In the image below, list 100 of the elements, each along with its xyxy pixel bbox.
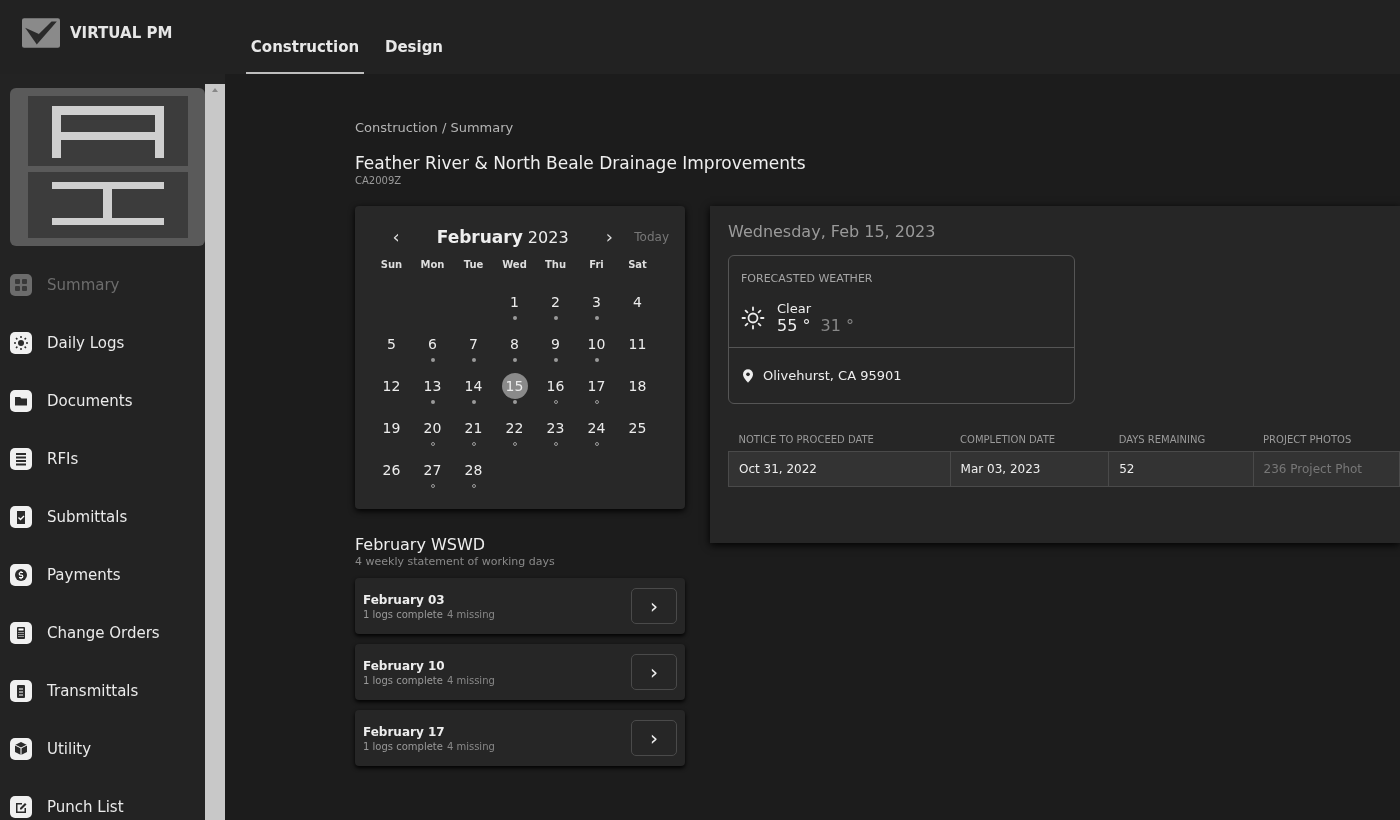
menu-icon (10, 506, 32, 528)
calendar-day[interactable]: 19 (378, 415, 405, 441)
table-cell: 236 Project Phot (1253, 451, 1400, 487)
log-dot (471, 358, 476, 362)
selected-date: Wednesday, Feb 15, 2023 (728, 222, 937, 241)
weekday-label: Sat (627, 259, 648, 272)
calendar-day[interactable]: 23 (542, 415, 569, 441)
column-header: COMPLETION DATE (950, 428, 1109, 452)
calendar-day[interactable]: 8 (501, 331, 528, 357)
calendar-day[interactable]: 10 (583, 331, 610, 357)
nav-tab[interactable]: Design (374, 0, 454, 74)
menu-icon (10, 448, 32, 470)
week-title: February 10 (363, 658, 446, 673)
high-temperature: 55 ° (777, 316, 811, 335)
log-dot (512, 400, 517, 404)
calendar-day[interactable]: 2 (542, 289, 569, 315)
weather-heading: FORECASTED WEATHER (741, 272, 874, 285)
log-dot (553, 316, 558, 320)
previous-month-button[interactable]: ‹ (381, 226, 411, 247)
sidebar-item[interactable]: Daily Logs (10, 314, 200, 372)
sidebar-item[interactable]: Punch List (10, 778, 200, 820)
calendar-day[interactable]: 3 (583, 289, 610, 315)
sidebar-item[interactable]: Submittals (10, 488, 200, 546)
menu-icon (10, 274, 32, 296)
week-title: February 17 (363, 724, 446, 739)
column-header: NOTICE TO PROCEED DATE (728, 428, 951, 452)
weather-condition: Clear (777, 301, 812, 316)
table-cell: 52 (1108, 451, 1254, 487)
missing-count: 4 missing (446, 608, 495, 620)
calendar-day[interactable]: 22 (501, 415, 528, 441)
column-header: PROJECT PHOTOS (1253, 428, 1400, 452)
location-text: Olivehurst, CA 95901 (763, 368, 902, 383)
sidebar-item[interactable]: Transmittals (10, 662, 200, 720)
table-cell: Oct 31, 2022 (728, 451, 951, 487)
month-title: February 2023 (435, 226, 570, 247)
complete-count: 1 logs complete (363, 674, 443, 686)
open-week-button[interactable]: › (631, 720, 677, 756)
sidebar-item[interactable]: Documents (10, 372, 200, 430)
missing-count: 4 missing (446, 740, 495, 752)
menu-icon (10, 622, 32, 644)
calendar-day[interactable]: 12 (378, 373, 405, 399)
table-cell: Mar 03, 2023 (950, 451, 1109, 487)
weekday-label: Sun (379, 259, 404, 272)
calendar-day[interactable]: 11 (624, 331, 651, 357)
scrollbar[interactable] (205, 84, 225, 820)
menu-icon (10, 564, 32, 586)
weekday-label: Tue (462, 259, 485, 272)
section-title: February WSWD (355, 535, 487, 554)
calendar-day[interactable]: 16 (542, 373, 569, 399)
log-dot (594, 358, 599, 362)
sidebar-item[interactable]: Change Orders (10, 604, 200, 662)
next-month-button[interactable]: › (594, 226, 625, 247)
menu-icon (10, 332, 32, 354)
log-dot (512, 316, 517, 320)
log-dot (430, 358, 435, 362)
sidebar-item[interactable]: Payments (10, 546, 200, 604)
calendar-day[interactable]: 28 (460, 457, 487, 483)
project-code: CA2009Z (355, 175, 403, 186)
menu-icon (10, 390, 32, 412)
calendar-day[interactable]: 24 (583, 415, 610, 441)
calendar-day[interactable]: 25 (624, 415, 651, 441)
missing-count: 4 missing (446, 674, 495, 686)
calendar-day[interactable]: 7 (460, 331, 487, 357)
calendar-day[interactable]: 5 (378, 331, 405, 357)
calendar-day[interactable]: 6 (419, 331, 446, 357)
log-dot (430, 400, 435, 404)
sun-icon (741, 306, 765, 330)
column-header: DAYS REMAINING (1108, 428, 1254, 452)
location-pin-icon (743, 368, 753, 383)
calendar-day[interactable]: 26 (378, 457, 405, 483)
section-subtitle: 4 weekly statement of working days (355, 555, 556, 568)
calendar-day[interactable]: 4 (624, 289, 651, 315)
menu-icon (10, 680, 32, 702)
calendar-day[interactable]: 17 (583, 373, 610, 399)
weekday-label: Fri (588, 259, 605, 272)
low-temperature: 31 ° (820, 316, 854, 335)
weekday-label: Wed (501, 259, 528, 272)
weekday-label: Thu (543, 259, 568, 272)
calendar-day[interactable]: 1 (501, 289, 528, 315)
weekday-label: Mon (419, 259, 446, 272)
week-title: February 03 (363, 592, 446, 607)
check-logo-icon (22, 18, 60, 48)
breadcrumb: Construction / Summary (355, 120, 515, 135)
log-dot (594, 316, 599, 320)
calendar-day[interactable]: 13 (419, 373, 446, 399)
sidebar-item[interactable]: Utility (10, 720, 200, 778)
calendar-day[interactable]: 21 (460, 415, 487, 441)
log-dot (512, 358, 517, 362)
open-week-button[interactable]: › (631, 654, 677, 690)
complete-count: 1 logs complete (363, 740, 443, 752)
project-title: Feather River & North Beale Drainage Improvements (355, 153, 807, 173)
calendar-day[interactable]: 14 (460, 373, 487, 399)
calendar-day[interactable]: 20 (419, 415, 446, 441)
calendar-day[interactable]: 18 (624, 373, 651, 399)
sidebar-item[interactable]: RFIs (10, 430, 200, 488)
calendar-day[interactable]: 27 (419, 457, 446, 483)
calendar-day[interactable]: 9 (542, 331, 569, 357)
log-dot (553, 358, 558, 362)
open-week-button[interactable]: › (631, 588, 677, 624)
nav-tab[interactable]: Construction (246, 0, 364, 74)
